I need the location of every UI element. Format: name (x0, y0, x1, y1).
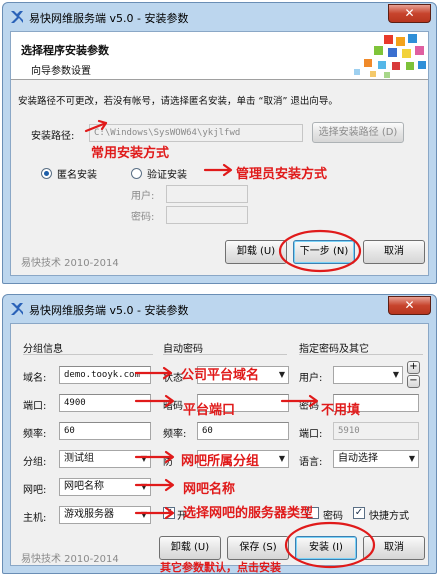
circle-next-button (278, 229, 362, 273)
annotation-overlay (84, 119, 376, 569)
circle-install-button (284, 521, 376, 569)
